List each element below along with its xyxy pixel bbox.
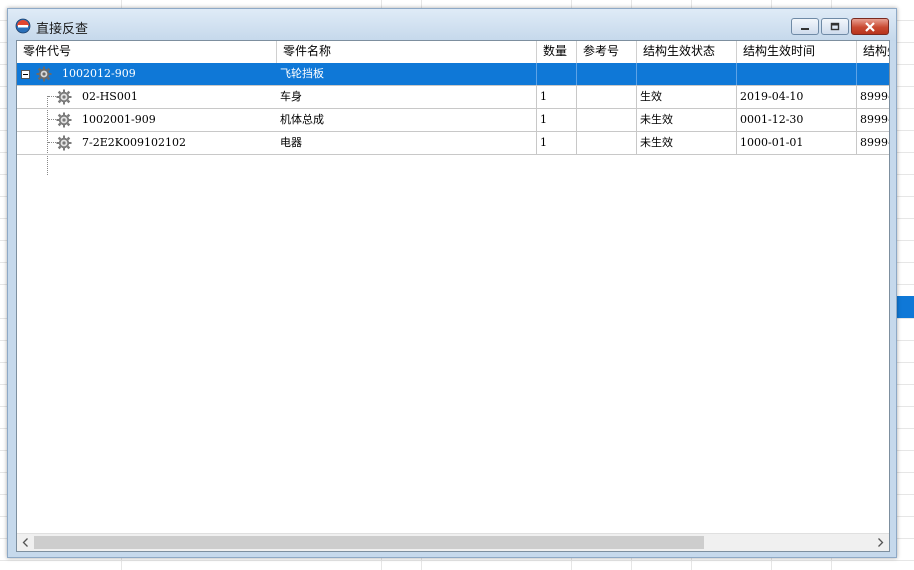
part-gear-icon xyxy=(56,89,72,105)
column-header-expire[interactable]: 结构失 xyxy=(857,41,889,63)
part-gear-icon xyxy=(56,112,72,128)
close-button[interactable] xyxy=(851,18,889,35)
cell-status xyxy=(637,63,737,85)
cell-part-code: 02-HS001 xyxy=(82,90,138,103)
cell-reference xyxy=(577,109,637,131)
cell-part-name: 电器 xyxy=(277,132,537,154)
close-icon xyxy=(865,22,875,32)
column-header-reference[interactable]: 参考号 xyxy=(577,41,637,63)
cell-quantity xyxy=(537,63,577,85)
minimize-icon xyxy=(801,28,809,30)
cell-effective-time xyxy=(737,63,857,85)
cell-quantity: 1 xyxy=(537,109,577,131)
column-header: 零件代号 零件名称 数量 参考号 结构生效状态 结构生效时间 结构失 xyxy=(17,41,889,64)
scroll-right-button[interactable] xyxy=(872,534,889,551)
window-title: 直接反查 xyxy=(36,22,89,37)
scrollbar-thumb[interactable] xyxy=(34,536,704,549)
cell-reference xyxy=(577,86,637,108)
cell-quantity: 1 xyxy=(537,132,577,154)
maximize-button[interactable] xyxy=(821,18,849,35)
background-selected-row xyxy=(894,296,914,318)
chevron-left-icon xyxy=(22,538,28,547)
cell-status: 生效 xyxy=(637,86,737,108)
cell-status: 未生效 xyxy=(637,109,737,131)
table-row[interactable]: 1002012-909 飞轮挡板 xyxy=(17,63,889,86)
cell-effective-time: 1000-01-01 xyxy=(737,132,857,154)
cell-reference xyxy=(577,132,637,154)
app-logo-icon xyxy=(15,18,31,34)
horizontal-scrollbar[interactable] xyxy=(17,533,889,551)
table-row[interactable]: 1002001-909 机体总成 1 未生效 0001-12-30 8999- xyxy=(17,109,889,132)
chevron-right-icon xyxy=(878,538,884,547)
cell-part-code: 7-2E2K009102102 xyxy=(82,136,186,149)
reverse-lookup-dialog: 直接反查 零件代号 零件名称 数量 参考号 结构生效状态 结构生效时间 结构 1… xyxy=(7,8,897,558)
column-header-part-name[interactable]: 零件名称 xyxy=(277,41,537,63)
cell-effective-time: 0001-12-30 xyxy=(737,109,857,131)
part-gear-icon xyxy=(56,135,72,151)
collapse-toggle[interactable] xyxy=(21,70,30,79)
part-gear-icon xyxy=(36,66,52,82)
cell-part-code: 1002012-909 xyxy=(62,67,136,80)
cell-part-name: 飞轮挡板 xyxy=(277,63,537,85)
cell-expire: 8999- xyxy=(857,109,889,131)
cell-part-name: 机体总成 xyxy=(277,109,537,131)
column-header-quantity[interactable]: 数量 xyxy=(537,41,577,63)
cell-expire: 8999- xyxy=(857,86,889,108)
table-row[interactable]: 02-HS001 车身 1 生效 2019-04-10 8999- xyxy=(17,86,889,109)
maximize-icon xyxy=(830,22,840,31)
cell-quantity: 1 xyxy=(537,86,577,108)
cell-status: 未生效 xyxy=(637,132,737,154)
cell-effective-time: 2019-04-10 xyxy=(737,86,857,108)
cell-part-name: 车身 xyxy=(277,86,537,108)
minimize-button[interactable] xyxy=(791,18,819,35)
column-header-status[interactable]: 结构生效状态 xyxy=(637,41,737,63)
cell-reference xyxy=(577,63,637,85)
cell-part-code: 1002001-909 xyxy=(82,113,156,126)
column-header-part-code[interactable]: 零件代号 xyxy=(17,41,277,63)
column-header-effective-time[interactable]: 结构生效时间 xyxy=(737,41,857,63)
cell-expire xyxy=(857,63,889,85)
tree-list-panel[interactable]: 零件代号 零件名称 数量 参考号 结构生效状态 结构生效时间 结构失 xyxy=(16,40,890,552)
scroll-left-button[interactable] xyxy=(17,534,34,551)
title-bar[interactable]: 直接反查 xyxy=(8,9,896,41)
cell-expire: 8999- xyxy=(857,132,889,154)
table-row[interactable]: 7-2E2K009102102 电器 1 未生效 1000-01-01 8999… xyxy=(17,132,889,155)
